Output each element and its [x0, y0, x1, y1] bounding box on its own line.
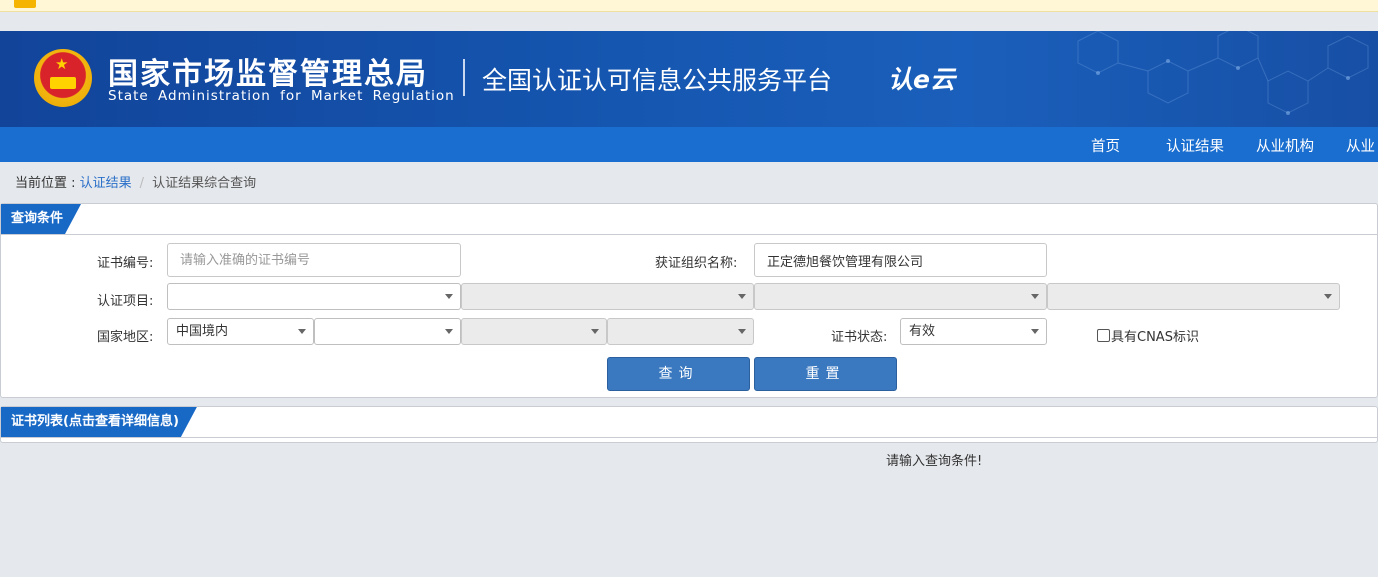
- region-select-city[interactable]: [461, 318, 607, 345]
- notice-bar: [0, 0, 1378, 12]
- search-button[interactable]: 查询: [607, 357, 750, 391]
- region-select-province[interactable]: [314, 318, 461, 345]
- chevron-down-icon: [1324, 294, 1332, 299]
- breadcrumb: 当前位置 : 认证结果 / 认证结果综合查询: [15, 172, 256, 191]
- nav-item-practitioners[interactable]: 从业: [1346, 135, 1375, 156]
- chevron-down-icon: [738, 294, 746, 299]
- national-emblem-icon: ★: [34, 49, 92, 107]
- status-label: 证书状态:: [831, 330, 888, 345]
- chevron-down-icon: [298, 329, 306, 334]
- main-nav: 首页 认证结果 从业机构 从业: [0, 127, 1378, 162]
- chevron-down-icon: [738, 329, 746, 334]
- platform-logo: 认e云: [888, 65, 955, 94]
- chevron-down-icon: [445, 294, 453, 299]
- panel-divider: [1, 234, 1377, 235]
- nav-item-home[interactable]: 首页: [1091, 135, 1120, 156]
- reset-button[interactable]: 重置: [754, 357, 897, 391]
- nav-item-cert-results[interactable]: 认证结果: [1166, 135, 1224, 156]
- select-value: 中国境内: [176, 324, 229, 339]
- cert-no-label: 证书编号:: [97, 256, 154, 271]
- cert-list-title: 证书列表(点击查看详细信息): [1, 407, 197, 437]
- org-name-label: 获证组织名称:: [655, 256, 738, 271]
- org-name-en: State Administration for Market Regulati…: [108, 88, 455, 104]
- project-select-3[interactable]: [754, 283, 1047, 310]
- gate-icon: [50, 77, 76, 89]
- region-select-country[interactable]: 中国境内: [167, 318, 314, 345]
- nav-item-institutions[interactable]: 从业机构: [1256, 135, 1314, 156]
- cnas-checkbox[interactable]: 具有CNAS标识: [1097, 326, 1199, 345]
- star-icon: ★: [55, 55, 69, 73]
- chevron-down-icon: [591, 329, 599, 334]
- query-panel: 查询条件 证书编号: 获证组织名称: 认证项目: 国家地区: 中国境内 证书状态…: [0, 203, 1378, 398]
- cert-no-input[interactable]: [167, 243, 461, 277]
- org-name-input[interactable]: [754, 243, 1047, 277]
- breadcrumb-current: 认证结果综合查询: [152, 176, 257, 191]
- checkbox-icon[interactable]: [1097, 329, 1110, 342]
- region-label: 国家地区:: [97, 330, 154, 345]
- chevron-down-icon: [445, 329, 453, 334]
- header-divider: [463, 59, 465, 96]
- chevron-down-icon: [1031, 294, 1039, 299]
- platform-name: 全国认证认可信息公共服务平台: [482, 66, 833, 95]
- region-select-district[interactable]: [607, 318, 754, 345]
- panel-divider: [1, 437, 1377, 438]
- status-select[interactable]: 有效: [900, 318, 1047, 345]
- warning-icon: [14, 0, 36, 8]
- org-name-cn: 国家市场监督管理总局: [108, 57, 428, 92]
- cert-list-panel: 证书列表(点击查看详细信息): [0, 406, 1378, 443]
- cnas-label: 具有CNAS标识: [1111, 330, 1199, 345]
- project-label: 认证项目:: [97, 294, 154, 309]
- breadcrumb-link-cert-results[interactable]: 认证结果: [80, 176, 132, 191]
- select-value: 有效: [909, 324, 936, 339]
- project-select-1[interactable]: [167, 283, 461, 310]
- project-select-2[interactable]: [461, 283, 754, 310]
- breadcrumb-separator: /: [139, 176, 145, 191]
- query-panel-title: 查询条件: [1, 204, 81, 234]
- hex-pattern-decoration: [1077, 31, 1369, 115]
- empty-message: 请输入查询条件!: [886, 454, 983, 469]
- project-select-4[interactable]: [1047, 283, 1340, 310]
- breadcrumb-prefix: 当前位置 :: [15, 176, 80, 191]
- chevron-down-icon: [1031, 329, 1039, 334]
